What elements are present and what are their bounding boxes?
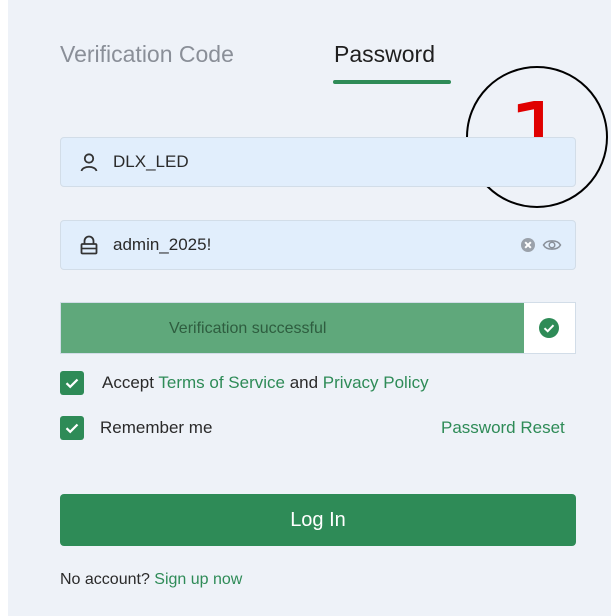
active-tab-indicator xyxy=(333,80,451,84)
login-panel: Verification Code Password 1 DLX_LED adm… xyxy=(8,0,611,616)
tab-password[interactable]: Password xyxy=(334,40,435,68)
eye-icon[interactable] xyxy=(542,235,562,255)
remember-me-checkbox[interactable] xyxy=(60,416,84,440)
slider-verification[interactable]: Verification successful xyxy=(60,302,576,354)
terms-of-service-link[interactable]: Terms of Service xyxy=(158,373,285,392)
terms-prefix: Accept xyxy=(102,373,159,392)
signup-prompt: No account? Sign up now xyxy=(60,569,242,591)
sign-up-link[interactable]: Sign up now xyxy=(154,571,242,588)
signup-prompt-text: No account? xyxy=(60,571,155,588)
checkmark-icon xyxy=(65,378,79,389)
verification-status-text: Verification successful xyxy=(169,320,327,337)
username-field[interactable]: DLX_LED xyxy=(60,137,576,187)
clear-icon[interactable] xyxy=(521,238,535,252)
remember-me-label: Remember me xyxy=(100,418,213,437)
terms-and: and xyxy=(284,373,323,392)
terms-checkbox[interactable] xyxy=(60,371,84,395)
terms-agreement: Accept Terms of Service and Privacy Poli… xyxy=(102,372,429,394)
user-icon xyxy=(80,153,98,172)
password-value: admin_2025! xyxy=(113,235,212,254)
tab-verification-code[interactable]: Verification Code xyxy=(60,40,234,68)
username-value: DLX_LED xyxy=(113,152,189,171)
login-button[interactable]: Log In xyxy=(60,494,576,546)
check-circle-icon xyxy=(539,318,559,338)
checkmark-icon xyxy=(65,423,79,434)
password-reset-link[interactable]: Password Reset xyxy=(441,417,565,439)
password-field[interactable]: admin_2025! xyxy=(60,220,576,270)
privacy-policy-link[interactable]: Privacy Policy xyxy=(323,373,429,392)
lock-icon xyxy=(80,235,98,255)
